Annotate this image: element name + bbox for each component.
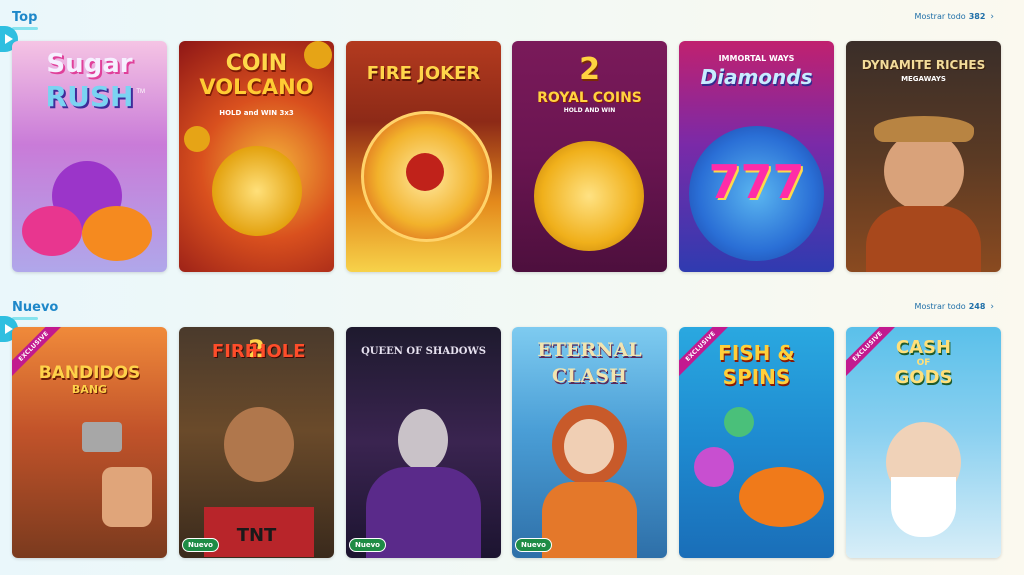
game-title: COIN: [225, 51, 288, 76]
game-title: CASH: [895, 337, 952, 358]
game-artwork: [724, 407, 754, 437]
game-card-bandidos-bang[interactable]: EXCLUSIVE BANDIDOS BANG: [12, 327, 167, 558]
game-title: ETERNAL: [537, 339, 642, 361]
game-artwork: [564, 419, 614, 474]
section-title-top: Top: [12, 10, 38, 30]
game-title: IMMORTAL WAYS: [718, 54, 795, 63]
game-artwork: [82, 422, 122, 452]
chevron-right-icon: ›: [990, 12, 994, 22]
game-title: DYNAMITE RICHES: [861, 58, 986, 72]
game-artwork: [694, 447, 734, 487]
game-card-fish-spins[interactable]: EXCLUSIVE FISH & SPINS: [679, 327, 834, 558]
game-artwork: [212, 146, 302, 236]
game-title: 777: [708, 155, 805, 209]
game-card-queen-of-shadows[interactable]: QUEEN OF SHADOWS Nuevo: [346, 327, 501, 558]
game-title: Sugar: [46, 49, 133, 79]
game-title: SPINS: [722, 365, 791, 389]
game-artwork: [866, 206, 981, 272]
game-title: ROYAL COINS: [537, 90, 642, 106]
game-artwork: [739, 467, 824, 527]
new-badge: Nuevo: [515, 538, 552, 552]
game-title: HOLE: [251, 341, 306, 362]
game-title: FISH &: [718, 341, 795, 365]
game-artwork: [891, 477, 956, 537]
game-artwork: [874, 116, 974, 142]
new-badge: Nuevo: [182, 538, 219, 552]
new-badge: Nuevo: [349, 538, 386, 552]
game-artwork: [534, 141, 644, 251]
chevron-right-icon: ›: [990, 302, 994, 312]
game-card-royal-coins[interactable]: 2 ROYAL COINS HOLD AND WIN: [512, 41, 667, 272]
game-card-cash-of-gods[interactable]: EXCLUSIVE CASH OF GODS: [846, 327, 1001, 558]
game-artwork: [184, 126, 210, 152]
trademark-label: TM: [136, 89, 145, 95]
game-card-dynamite-riches[interactable]: DYNAMITE RICHES MEGAWAYS: [846, 41, 1001, 272]
game-artwork: [542, 482, 637, 558]
game-title: MEGAWAYS: [901, 75, 946, 83]
game-title: BANDIDOS: [38, 363, 141, 383]
game-title: QUEEN OF SHADOWS: [361, 346, 486, 357]
game-artwork: [884, 131, 964, 211]
game-title: Diamonds: [700, 65, 813, 89]
game-title: VOLCANO: [199, 75, 314, 99]
game-artwork: [406, 153, 444, 191]
game-card-immortal-ways-diamonds[interactable]: IMMORTAL WAYS Diamonds 777: [679, 41, 834, 272]
show-all-new-link[interactable]: Mostrar todo 248 ›: [915, 302, 994, 312]
game-artwork: [398, 409, 448, 471]
game-card-fire-joker[interactable]: FIRE JOKER: [346, 41, 501, 272]
game-artwork: [102, 467, 152, 527]
game-artwork: [22, 206, 82, 256]
game-title: RUSH: [45, 80, 134, 113]
game-title: GODS: [894, 367, 953, 388]
game-title: FIRE JOKER: [366, 63, 481, 84]
game-card-coin-volcano[interactable]: COIN VOLCANO HOLD and WIN 3x3: [179, 41, 334, 272]
game-card-sugar-rush[interactable]: Sugar RUSH TM: [12, 41, 167, 272]
game-card-fire-in-the-hole-2[interactable]: FIRE 2 HOLE TNT Nuevo: [179, 327, 334, 558]
game-title: HOLD AND WIN: [563, 107, 616, 114]
game-title: HOLD and WIN 3x3: [219, 109, 294, 117]
game-title: BANG: [71, 383, 108, 396]
game-card-eternal-clash[interactable]: ETERNAL CLASH Nuevo: [512, 327, 667, 558]
game-title: 2: [579, 52, 600, 87]
game-artwork: [82, 206, 152, 261]
game-title: CLASH: [552, 365, 627, 387]
game-artwork: [224, 407, 294, 482]
show-all-top-link[interactable]: Mostrar todo 382 ›: [915, 12, 994, 22]
section-title-new: Nuevo: [12, 300, 58, 320]
